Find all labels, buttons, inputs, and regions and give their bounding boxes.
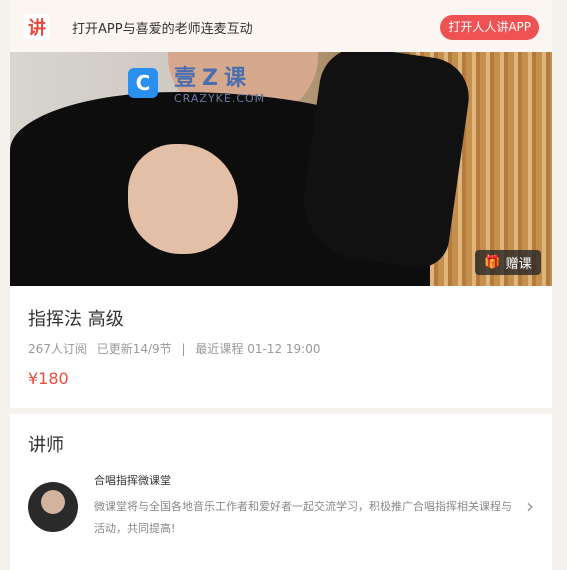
banner-text: 打开APP与喜爱的老师连麦互动: [72, 22, 253, 37]
teacher-avatar: [28, 482, 78, 532]
teacher-name: 合唱指挥微课堂: [94, 474, 171, 487]
teacher-description: 微课堂将与全国各地音乐工作者和爱好者一起交流学习，积极推广合唱指挥相关课程与活动…: [94, 500, 512, 535]
app-logo: 讲: [24, 14, 50, 40]
course-title: 指挥法 高级: [28, 309, 124, 330]
meta-separator: |: [181, 342, 186, 356]
course-cover-image[interactable]: C 壹Z课 CRAZYKE.COM 🎁 赠课: [10, 52, 552, 286]
gift-label: 赠课: [505, 257, 532, 272]
watermark-title: 壹Z课: [174, 66, 252, 91]
teacher-section-title: 讲师: [28, 435, 64, 456]
latest-lesson-time: 最近课程 01-12 19:00: [195, 342, 321, 356]
watermark: C 壹Z课 CRAZYKE.COM: [128, 60, 265, 105]
course-page: 讲 打开APP与喜爱的老师连麦互动 打开人人讲APP C 壹Z课 CRAZYKE…: [10, 0, 552, 570]
cover-person-arm: [296, 52, 474, 272]
gift-icon: 🎁: [484, 255, 501, 270]
watermark-subtitle: CRAZYKE.COM: [174, 92, 266, 105]
update-progress: 已更新14/9节: [96, 342, 172, 356]
cover-person-hand: [128, 144, 238, 254]
course-price: ¥180: [28, 369, 69, 388]
watermark-logo-icon: C: [128, 67, 158, 98]
chevron-right-icon[interactable]: ›: [526, 494, 534, 518]
course-meta: 267人订阅 已更新14/9节 | 最近课程 01-12 19:00: [28, 340, 326, 357]
gift-course-button[interactable]: 🎁 赠课: [475, 250, 541, 275]
open-app-button[interactable]: 打开人人讲APP: [440, 15, 539, 40]
section-divider: [10, 408, 552, 414]
app-banner[interactable]: 讲 打开APP与喜爱的老师连麦互动 打开人人讲APP: [10, 0, 552, 52]
teacher-card[interactable]: 合唱指挥微课堂 微课堂将与全国各地音乐工作者和爱好者一起交流学习，积极推广合唱指…: [10, 466, 552, 546]
subscriber-count: 267人订阅: [28, 342, 87, 356]
